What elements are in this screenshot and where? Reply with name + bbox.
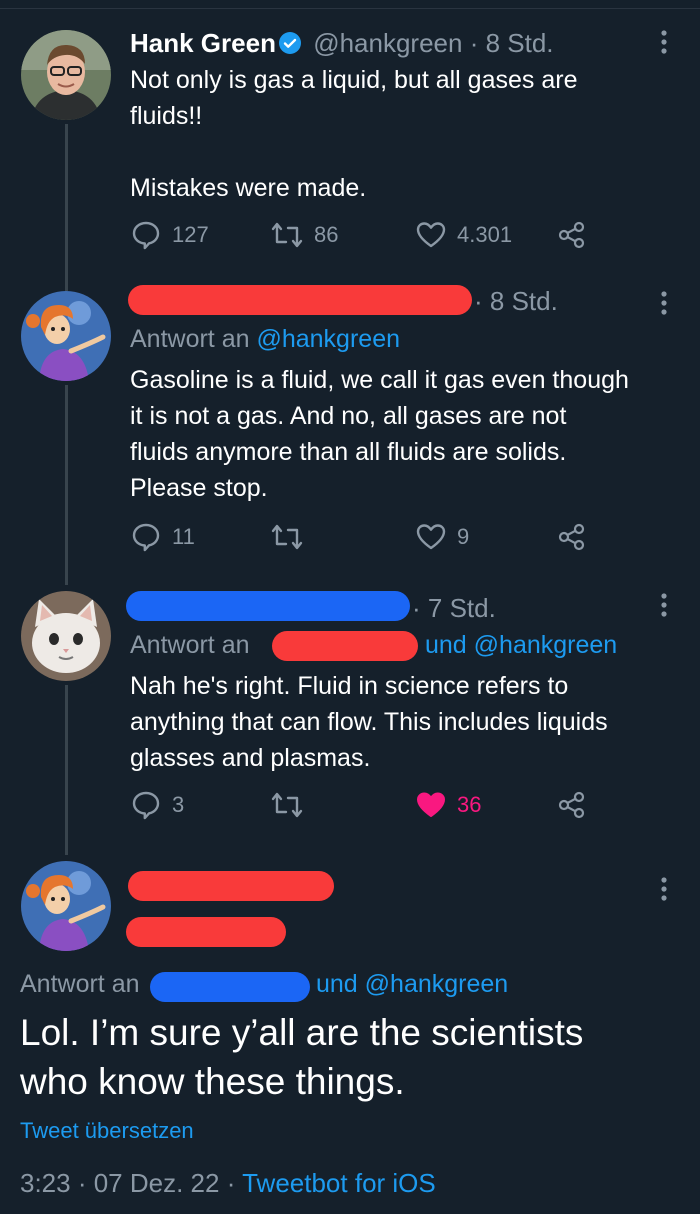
retweet-button[interactable] (270, 520, 314, 554)
tweet-actions: 3 36 (130, 788, 600, 822)
separator: · (474, 286, 490, 316)
redaction-mark (128, 871, 334, 901)
separator: · (412, 593, 428, 623)
tweet-header: · 7 Std. (412, 593, 496, 624)
redaction-mark (128, 285, 472, 315)
reply-to-handle[interactable]: @hankgreen (365, 970, 509, 998)
reply-count: 3 (172, 792, 185, 817)
tweet-meta: 3:23 · 07 Dez. 22 · Tweetbot for iOS (20, 1168, 436, 1199)
tweet-time: 8 Std. (485, 28, 554, 58)
reply-icon (132, 791, 160, 820)
tweet-header: Hank Green @hankgreen · 8 Std. (130, 28, 554, 59)
reply-to-rest: und @hankgreen (316, 970, 508, 999)
redaction-mark (150, 972, 310, 1002)
share-button[interactable] (557, 218, 597, 252)
reply-to: Antwort an @hankgreen (130, 325, 400, 354)
share-button[interactable] (557, 788, 597, 822)
retweet-button[interactable] (270, 788, 314, 822)
verified-badge-icon (278, 31, 302, 55)
reply-to-joiner: und (316, 970, 358, 998)
reply-to-rest: und @hankgreen (425, 631, 617, 660)
reply-to: Antwort an (130, 631, 250, 660)
like-count: 9 (457, 524, 470, 549)
retweet-button[interactable]: 86 (270, 218, 338, 252)
retweet-icon (271, 524, 303, 550)
reply-to-handle[interactable]: @hankgreen (256, 325, 400, 353)
reply-to-label: Antwort an (130, 631, 250, 659)
reply-icon (132, 523, 160, 552)
tweet-reply-1[interactable]: · 8 Std. Antwort an @hankgreen Gasoline … (0, 285, 700, 585)
tweet-reply-2[interactable]: · 7 Std. Antwort an und @hankgreen Nah h… (0, 585, 700, 855)
redaction-mark (272, 631, 418, 661)
tweet-text: Not only is gas a liquid, but all gases … (130, 66, 578, 202)
separator: · (462, 28, 486, 58)
reply-button[interactable]: 127 (130, 218, 209, 252)
redaction-mark (126, 917, 286, 947)
reply-icon (132, 221, 160, 250)
author-name[interactable]: Hank Green (130, 28, 276, 58)
reply-to: Antwort an (20, 970, 140, 999)
tweet-client[interactable]: Tweetbot for iOS (242, 1168, 436, 1198)
like-filled-icon (417, 792, 445, 817)
share-button[interactable] (557, 520, 597, 554)
tweet-time: 7 Std. (427, 593, 496, 623)
more-icon[interactable] (654, 591, 674, 619)
reply-to-label: Antwort an (130, 325, 250, 353)
translate-tweet-link[interactable]: Tweet übersetzen (20, 1118, 194, 1144)
focused-tweet-text: Lol. I’m sure y’all are the scientists w… (20, 1012, 584, 1102)
avatar[interactable] (21, 291, 111, 381)
like-count: 4.301 (457, 222, 513, 247)
reply-count: 11 (172, 524, 195, 549)
tweet-header: · 8 Std. (474, 286, 558, 317)
separator: · (70, 1168, 94, 1198)
more-icon[interactable] (654, 28, 674, 56)
more-icon[interactable] (654, 289, 674, 317)
like-button[interactable]: 36 (415, 788, 481, 822)
reply-to-handle[interactable]: @hankgreen (474, 631, 618, 659)
tweet-actions: 11 9 (130, 520, 600, 554)
reply-button[interactable]: 3 (130, 788, 184, 822)
retweet-count: 86 (314, 222, 339, 247)
retweet-icon (271, 792, 303, 818)
tweet-actions: 127 86 4.301 (130, 218, 600, 252)
author-handle[interactable]: @hankgreen (313, 28, 462, 58)
retweet-icon (271, 222, 303, 248)
like-button[interactable]: 9 (415, 520, 469, 554)
tweet-timestamp: 3:23 (20, 1168, 71, 1198)
thread-line (65, 124, 68, 286)
share-icon (558, 221, 585, 249)
reply-count: 127 (172, 222, 209, 247)
tweet-text: Gasoline is a fluid, we call it gas even… (130, 366, 629, 502)
thread-line (65, 685, 68, 855)
like-icon (416, 524, 446, 550)
avatar[interactable] (21, 30, 111, 120)
avatar[interactable] (21, 861, 111, 951)
tweet-time: 8 Std. (489, 286, 558, 316)
reply-to-label: Antwort an (20, 970, 140, 998)
tweet-date: 07 Dez. 22 (93, 1168, 220, 1198)
like-count: 36 (457, 792, 482, 817)
like-icon (416, 222, 446, 248)
more-icon[interactable] (654, 875, 674, 903)
tweet-text: Nah he's right. Fluid in science refers … (130, 672, 608, 772)
share-icon (558, 523, 585, 551)
separator: · (219, 1168, 243, 1198)
redaction-mark (126, 591, 410, 621)
share-icon (558, 791, 585, 819)
tweet-hankgreen[interactable]: Hank Green @hankgreen · 8 Std. Not only … (0, 0, 700, 286)
reply-button[interactable]: 11 (130, 520, 195, 554)
reply-to-joiner: und (425, 631, 467, 659)
like-button[interactable]: 4.301 (415, 218, 512, 252)
avatar[interactable] (21, 591, 111, 681)
thread-line (65, 385, 68, 585)
